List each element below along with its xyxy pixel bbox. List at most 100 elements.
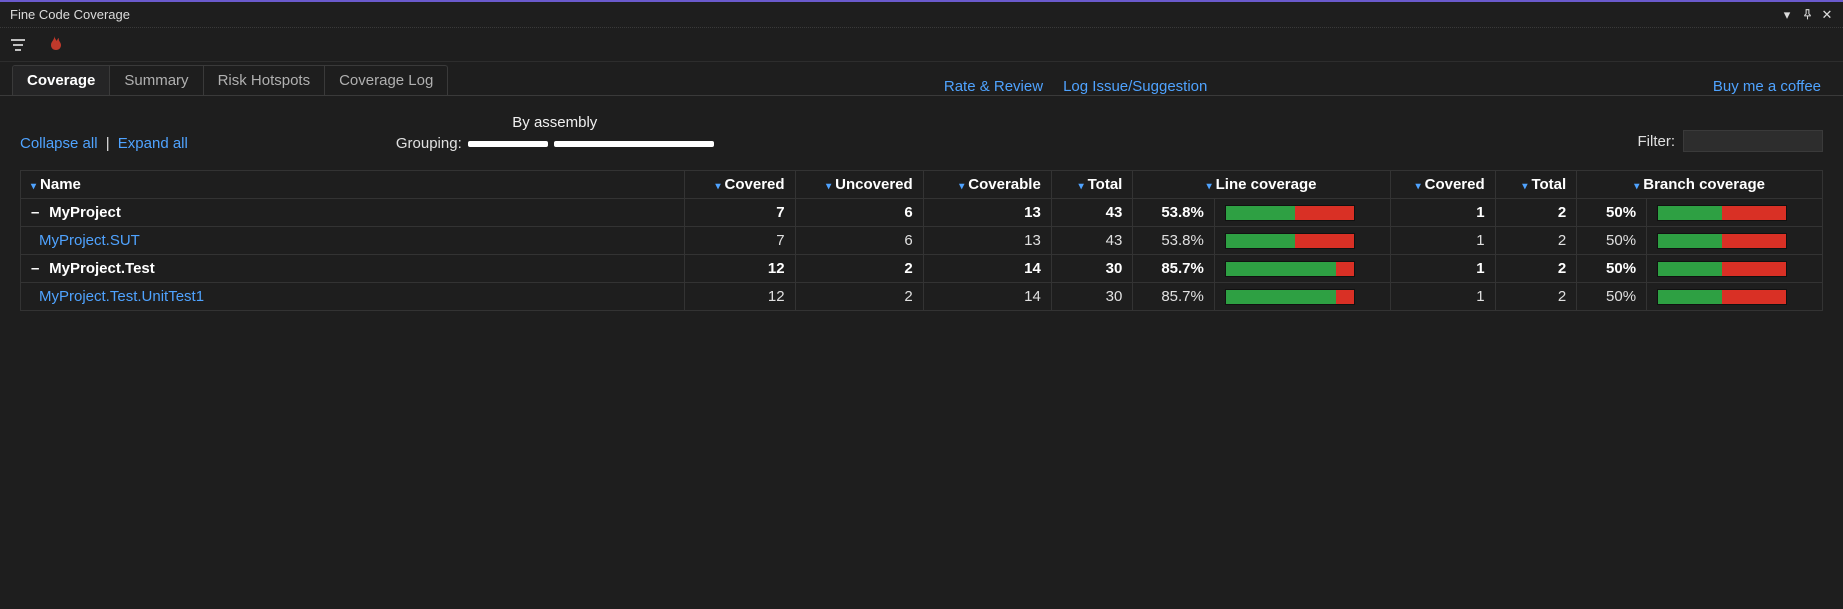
col-total[interactable]: ▾Total — [1051, 171, 1133, 199]
cell-name: MyProject.Test.UnitTest1 — [21, 283, 685, 311]
coverage-bar — [1225, 261, 1355, 277]
controls-row: Collapse all | Expand all By assembly Gr… — [20, 114, 1823, 152]
cell-name: – MyProject — [21, 199, 685, 227]
cell-covered: 7 — [684, 227, 795, 255]
expander-icon[interactable]: – — [31, 204, 45, 221]
collapse-expand-links: Collapse all | Expand all — [20, 135, 188, 152]
cell-coverable: 14 — [923, 255, 1051, 283]
col-coverable[interactable]: ▾Coverable — [923, 171, 1051, 199]
link-log-issue[interactable]: Log Issue/Suggestion — [1063, 78, 1207, 95]
link-buy-coffee[interactable]: Buy me a coffee — [1713, 78, 1821, 95]
pin-icon[interactable] — [1797, 5, 1817, 25]
cell-covered: 12 — [684, 283, 795, 311]
tab-risk-hotspots[interactable]: Risk Hotspots — [204, 66, 326, 95]
grouping-mode-label: By assembly — [396, 114, 714, 131]
col-uncovered[interactable]: ▾Uncovered — [795, 171, 923, 199]
sort-icon: ▾ — [959, 181, 964, 192]
settings-icon[interactable] — [10, 35, 30, 55]
coverage-table: ▾Name ▾Covered ▾Uncovered ▾Coverable ▾To… — [20, 170, 1823, 311]
cell-branch-total: 2 — [1495, 227, 1577, 255]
cell-line-pct: 85.7% — [1133, 255, 1215, 283]
col-branch-coverage[interactable]: ▾Branch coverage — [1577, 171, 1823, 199]
cell-branch-bar — [1647, 255, 1823, 283]
cell-branch-covered: 1 — [1390, 227, 1495, 255]
col-branch-covered[interactable]: ▾Covered — [1390, 171, 1495, 199]
cell-line-pct: 53.8% — [1133, 227, 1215, 255]
sort-icon: ▾ — [1522, 181, 1527, 192]
assembly-name: MyProject — [45, 204, 121, 221]
grouping-slider-left[interactable] — [468, 141, 548, 147]
assembly-name: MyProject.Test — [45, 260, 155, 277]
separator: | — [106, 135, 110, 152]
grouping-block: By assembly Grouping: — [396, 114, 714, 152]
sort-icon: ▾ — [1634, 181, 1639, 192]
cell-total: 43 — [1051, 199, 1133, 227]
cell-uncovered: 2 — [795, 283, 923, 311]
col-branch-total[interactable]: ▾Total — [1495, 171, 1577, 199]
coverage-bar — [1225, 233, 1355, 249]
filter-input[interactable] — [1683, 130, 1823, 152]
link-collapse-all[interactable]: Collapse all — [20, 135, 98, 152]
cell-uncovered: 2 — [795, 255, 923, 283]
flame-icon[interactable] — [44, 35, 64, 55]
grouping-control: Grouping: — [396, 135, 714, 152]
coverage-bar — [1657, 261, 1787, 277]
window-dropdown-icon[interactable]: ▾ — [1777, 5, 1797, 25]
table-row: – MyProject.Test122143085.7%1250% — [21, 255, 1823, 283]
cell-branch-covered: 1 — [1390, 283, 1495, 311]
cell-covered: 12 — [684, 255, 795, 283]
cell-branch-pct: 50% — [1577, 255, 1647, 283]
cell-branch-bar — [1647, 199, 1823, 227]
tab-summary[interactable]: Summary — [110, 66, 203, 95]
cell-name: – MyProject.Test — [21, 255, 685, 283]
coverage-bar — [1657, 289, 1787, 305]
filter-block: Filter: — [1638, 130, 1824, 152]
cell-branch-total: 2 — [1495, 199, 1577, 227]
link-rate-review[interactable]: Rate & Review — [944, 78, 1043, 95]
table-row: MyProject.Test.UnitTest1122143085.7%1250… — [21, 283, 1823, 311]
cell-uncovered: 6 — [795, 199, 923, 227]
cell-branch-covered: 1 — [1390, 255, 1495, 283]
cell-covered: 7 — [684, 199, 795, 227]
sort-icon: ▾ — [1416, 181, 1421, 192]
panel-titlebar: Fine Code Coverage ▾ ✕ — [0, 2, 1843, 28]
coverage-bar — [1657, 205, 1787, 221]
cell-total: 30 — [1051, 255, 1133, 283]
col-name[interactable]: ▾Name — [21, 171, 685, 199]
cell-branch-pct: 50% — [1577, 283, 1647, 311]
cell-uncovered: 6 — [795, 227, 923, 255]
filter-label: Filter: — [1638, 133, 1676, 150]
close-icon[interactable]: ✕ — [1817, 5, 1837, 25]
sort-icon: ▾ — [1079, 181, 1084, 192]
sort-icon: ▾ — [31, 181, 36, 192]
cell-branch-total: 2 — [1495, 255, 1577, 283]
toolbar — [0, 28, 1843, 62]
tab-row: Coverage Summary Risk Hotspots Coverage … — [0, 62, 1843, 96]
cell-line-bar — [1214, 227, 1390, 255]
tab-coverage[interactable]: Coverage — [13, 66, 110, 95]
panel-title: Fine Code Coverage — [10, 7, 1777, 22]
fine-code-coverage-panel: Fine Code Coverage ▾ ✕ Coverage Summar — [0, 0, 1843, 609]
col-line-coverage[interactable]: ▾Line coverage — [1133, 171, 1390, 199]
class-link[interactable]: MyProject.Test.UnitTest1 — [39, 288, 204, 305]
cell-coverable: 13 — [923, 227, 1051, 255]
coverage-bar — [1225, 205, 1355, 221]
cell-line-pct: 85.7% — [1133, 283, 1215, 311]
sort-icon: ▾ — [1207, 181, 1212, 192]
cell-branch-bar — [1647, 283, 1823, 311]
coverage-bar — [1657, 233, 1787, 249]
class-link[interactable]: MyProject.SUT — [39, 232, 140, 249]
tab-group: Coverage Summary Risk Hotspots Coverage … — [12, 65, 448, 95]
tab-coverage-log[interactable]: Coverage Log — [325, 66, 447, 95]
table-row: – MyProject76134353.8%1250% — [21, 199, 1823, 227]
cell-branch-bar — [1647, 227, 1823, 255]
cell-line-bar — [1214, 199, 1390, 227]
expander-icon[interactable]: – — [31, 260, 45, 277]
grouping-slider-right[interactable] — [554, 141, 714, 147]
cell-name: MyProject.SUT — [21, 227, 685, 255]
cell-coverable: 13 — [923, 199, 1051, 227]
cell-branch-covered: 1 — [1390, 199, 1495, 227]
cell-branch-pct: 50% — [1577, 199, 1647, 227]
link-expand-all[interactable]: Expand all — [118, 135, 188, 152]
col-covered[interactable]: ▾Covered — [684, 171, 795, 199]
